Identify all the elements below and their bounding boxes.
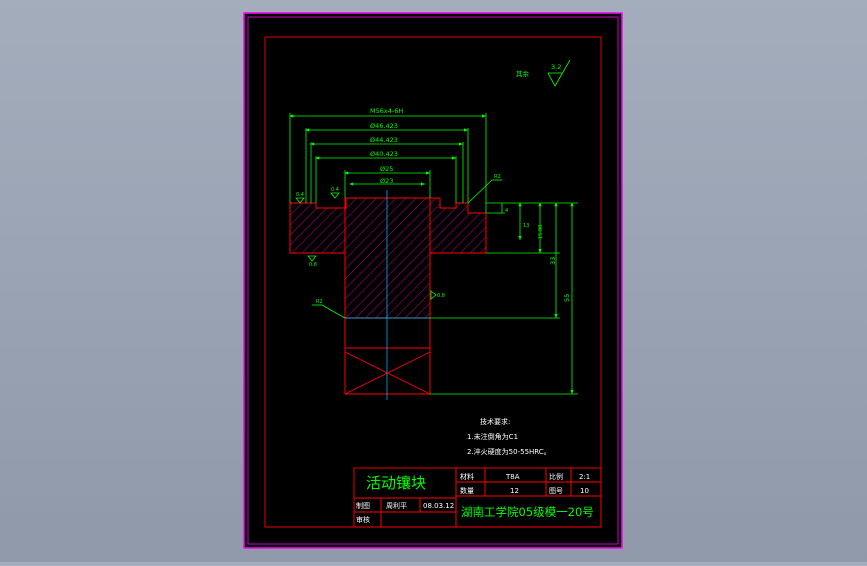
dim-d2: Ø44.423 [370, 136, 398, 144]
roughness-d: 0.8 [437, 293, 445, 299]
tb-school: 湖南工学院05级模一20号 [461, 505, 594, 519]
dim-h33: 33 [549, 257, 557, 265]
dim-d3: Ø40.423 [370, 150, 398, 158]
tb-scale-value: 2:1 [579, 473, 590, 481]
surface-rest-value: 3.2 [551, 63, 561, 71]
dim-d1: Ø46.423 [370, 122, 398, 130]
roughness-c: 0.8 [309, 262, 317, 268]
tech-req-title: 技术要求: [480, 417, 510, 426]
tb-qty-value: 12 [510, 487, 519, 495]
roughness-a: 0.4 [296, 192, 304, 198]
tb-drawn-name: 周利平 [386, 501, 407, 510]
dim-d4: Ø25 [380, 165, 393, 173]
tb-material-label: 材料 [460, 472, 474, 481]
tb-qty-label: 数量 [460, 486, 474, 495]
tech-req-item1: 1.未注倒角为C1 [467, 432, 518, 441]
dim-h55: 55 [563, 294, 571, 302]
drawing-canvas[interactable]: 其余 3.2 M56x4-6H Ø46.423 Ø44.423 Ø40.423 … [0, 0, 867, 562]
dim-thread: M56x4-6H [370, 107, 403, 115]
surface-rest-label: 其余 [516, 69, 530, 78]
callout-r-top: R2 [494, 174, 501, 180]
tb-material-value: T8A [505, 473, 520, 481]
dim-d5: Ø23 [380, 177, 393, 185]
tb-scale-label: 比例 [549, 472, 563, 481]
dim-h13: 13 [523, 223, 529, 229]
tech-req-item2: 2.淬火硬度为50-55HRC。 [467, 447, 551, 456]
tb-drawn-label: 制图 [356, 501, 370, 510]
tb-drawing-no-label: 图号 [549, 487, 563, 495]
callout-r-left: R2 [316, 299, 323, 305]
dim-h15: 15.88 [538, 225, 544, 239]
part-name: 活动镶块 [366, 474, 426, 492]
tb-drawing-no-value: 10 [580, 487, 589, 495]
roughness-b: 0.4 [331, 187, 339, 193]
tb-check-label: 审核 [356, 515, 370, 524]
dim-h4: 4 [505, 208, 508, 214]
cad-viewport[interactable]: 其余 3.2 M56x4-6H Ø46.423 Ø44.423 Ø40.423 … [0, 0, 867, 562]
tb-drawn-date: 08.03.12 [423, 502, 454, 510]
